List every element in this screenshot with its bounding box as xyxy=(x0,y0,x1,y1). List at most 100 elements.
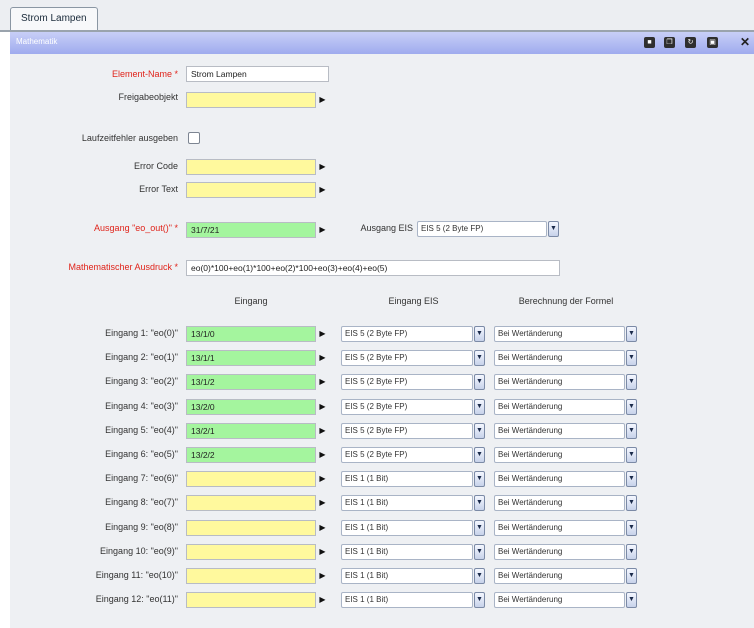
input-calc-dropdown-icon[interactable]: ▼ xyxy=(626,374,637,390)
input-eis-dropdown-icon[interactable]: ▼ xyxy=(474,326,485,342)
input-eis-select[interactable]: EIS 5 (2 Byte FP) xyxy=(341,447,473,463)
delete-icon[interactable]: ■ xyxy=(644,37,655,48)
input-picker-icon[interactable]: ▶ xyxy=(317,593,328,607)
input-address-field[interactable]: 13/2/2 xyxy=(186,447,316,463)
input-eis-dropdown-icon[interactable]: ▼ xyxy=(474,544,485,560)
input-calc-select[interactable]: Bei Wertänderung xyxy=(494,592,625,608)
input-eis-select[interactable]: EIS 1 (1 Bit) xyxy=(341,495,473,511)
input-address-field[interactable] xyxy=(186,568,316,584)
input-address-field[interactable]: 13/1/0 xyxy=(186,326,316,342)
tab-strom-lampen[interactable]: Strom Lampen xyxy=(10,7,98,30)
ausgang-field[interactable]: 31/7/21 xyxy=(186,222,316,238)
ausgang-eis-label: Ausgang EIS xyxy=(360,223,413,233)
panel-header: Mathematik ■ ❐ ↻ ▣ ✕ xyxy=(10,32,754,54)
input-calc-select[interactable]: Bei Wertänderung xyxy=(494,326,625,342)
input-calc-select[interactable]: Bei Wertänderung xyxy=(494,520,625,536)
input-address-field[interactable] xyxy=(186,520,316,536)
input-row-label: Eingang 2: "eo(1)" xyxy=(105,352,178,362)
close-icon[interactable]: ✕ xyxy=(740,36,750,48)
input-eis-dropdown-icon[interactable]: ▼ xyxy=(474,447,485,463)
input-calc-select[interactable]: Bei Wertänderung xyxy=(494,544,625,560)
input-eis-select[interactable]: EIS 1 (1 Bit) xyxy=(341,592,473,608)
input-calc-select[interactable]: Bei Wertänderung xyxy=(494,399,625,415)
input-eis-select[interactable]: EIS 5 (2 Byte FP) xyxy=(341,399,473,415)
input-row-label: Eingang 4: "eo(3)" xyxy=(105,401,178,411)
error-code-field[interactable] xyxy=(186,159,316,175)
input-eis-dropdown-icon[interactable]: ▼ xyxy=(474,423,485,439)
copy-icon[interactable]: ❐ xyxy=(664,37,675,48)
input-picker-icon[interactable]: ▶ xyxy=(317,351,328,365)
input-calc-dropdown-icon[interactable]: ▼ xyxy=(626,520,637,536)
input-eis-select[interactable]: EIS 5 (2 Byte FP) xyxy=(341,423,473,439)
save-icon[interactable]: ▣ xyxy=(707,37,718,48)
input-picker-icon[interactable]: ▶ xyxy=(317,472,328,486)
input-eis-select[interactable]: EIS 5 (2 Byte FP) xyxy=(341,326,473,342)
input-calc-dropdown-icon[interactable]: ▼ xyxy=(626,495,637,511)
input-calc-dropdown-icon[interactable]: ▼ xyxy=(626,423,637,439)
input-address-field[interactable] xyxy=(186,544,316,560)
input-calc-dropdown-icon[interactable]: ▼ xyxy=(626,568,637,584)
input-calc-dropdown-icon[interactable]: ▼ xyxy=(626,399,637,415)
input-calc-select[interactable]: Bei Wertänderung xyxy=(494,423,625,439)
input-address-field[interactable] xyxy=(186,495,316,511)
error-code-picker-icon[interactable]: ▶ xyxy=(317,160,328,174)
freigabe-picker-icon[interactable]: ▶ xyxy=(317,93,328,107)
input-row-label: Eingang 7: "eo(6)" xyxy=(105,473,178,483)
freigabe-field[interactable] xyxy=(186,92,316,108)
input-address-field[interactable]: 13/2/1 xyxy=(186,423,316,439)
column-header-berechnung: Berechnung der Formel xyxy=(518,296,614,306)
input-address-field[interactable] xyxy=(186,471,316,487)
input-row-label: Eingang 11: "eo(10)" xyxy=(95,570,178,580)
input-picker-icon[interactable]: ▶ xyxy=(317,400,328,414)
input-address-field[interactable]: 13/1/2 xyxy=(186,374,316,390)
input-eis-select[interactable]: EIS 1 (1 Bit) xyxy=(341,520,473,536)
input-eis-dropdown-icon[interactable]: ▼ xyxy=(474,350,485,366)
input-picker-icon[interactable]: ▶ xyxy=(317,545,328,559)
error-text-field[interactable] xyxy=(186,182,316,198)
input-eis-dropdown-icon[interactable]: ▼ xyxy=(474,495,485,511)
input-eis-dropdown-icon[interactable]: ▼ xyxy=(474,471,485,487)
ausdruck-field[interactable]: eo(0)*100+eo(1)*100+eo(2)*100+eo(3)+eo(4… xyxy=(186,260,560,276)
input-eis-select[interactable]: EIS 5 (2 Byte FP) xyxy=(341,350,473,366)
input-address-field[interactable]: 13/2/0 xyxy=(186,399,316,415)
input-address-field[interactable]: 13/1/1 xyxy=(186,350,316,366)
input-picker-icon[interactable]: ▶ xyxy=(317,375,328,389)
input-eis-dropdown-icon[interactable]: ▼ xyxy=(474,568,485,584)
laufzeitfehler-checkbox[interactable] xyxy=(188,132,200,144)
ausgang-picker-icon[interactable]: ▶ xyxy=(317,223,328,237)
input-calc-select[interactable]: Bei Wertänderung xyxy=(494,471,625,487)
input-calc-dropdown-icon[interactable]: ▼ xyxy=(626,447,637,463)
input-eis-dropdown-icon[interactable]: ▼ xyxy=(474,399,485,415)
input-calc-dropdown-icon[interactable]: ▼ xyxy=(626,592,637,608)
input-picker-icon[interactable]: ▶ xyxy=(317,496,328,510)
error-code-label: Error Code xyxy=(133,161,178,171)
ausgang-eis-dropdown-icon[interactable]: ▼ xyxy=(548,221,559,237)
input-picker-icon[interactable]: ▶ xyxy=(317,327,328,341)
input-calc-select[interactable]: Bei Wertänderung xyxy=(494,350,625,366)
ausgang-eis-select[interactable]: EIS 5 (2 Byte FP) xyxy=(417,221,547,237)
input-eis-dropdown-icon[interactable]: ▼ xyxy=(474,520,485,536)
input-calc-select[interactable]: Bei Wertänderung xyxy=(494,568,625,584)
input-eis-select[interactable]: EIS 5 (2 Byte FP) xyxy=(341,374,473,390)
input-calc-select[interactable]: Bei Wertänderung xyxy=(494,495,625,511)
input-eis-select[interactable]: EIS 1 (1 Bit) xyxy=(341,568,473,584)
input-calc-dropdown-icon[interactable]: ▼ xyxy=(626,326,637,342)
error-text-picker-icon[interactable]: ▶ xyxy=(317,183,328,197)
input-picker-icon[interactable]: ▶ xyxy=(317,448,328,462)
input-eis-select[interactable]: EIS 1 (1 Bit) xyxy=(341,544,473,560)
refresh-icon[interactable]: ↻ xyxy=(685,37,696,48)
element-name-field[interactable]: Strom Lampen xyxy=(186,66,329,82)
input-calc-select[interactable]: Bei Wertänderung xyxy=(494,447,625,463)
input-calc-dropdown-icon[interactable]: ▼ xyxy=(626,471,637,487)
input-picker-icon[interactable]: ▶ xyxy=(317,569,328,583)
input-address-field[interactable] xyxy=(186,592,316,608)
input-eis-dropdown-icon[interactable]: ▼ xyxy=(474,374,485,390)
input-eis-dropdown-icon[interactable]: ▼ xyxy=(474,592,485,608)
input-row-label: Eingang 1: "eo(0)" xyxy=(105,328,178,338)
input-eis-select[interactable]: EIS 1 (1 Bit) xyxy=(341,471,473,487)
input-calc-select[interactable]: Bei Wertänderung xyxy=(494,374,625,390)
input-calc-dropdown-icon[interactable]: ▼ xyxy=(626,350,637,366)
input-calc-dropdown-icon[interactable]: ▼ xyxy=(626,544,637,560)
input-picker-icon[interactable]: ▶ xyxy=(317,521,328,535)
input-picker-icon[interactable]: ▶ xyxy=(317,424,328,438)
